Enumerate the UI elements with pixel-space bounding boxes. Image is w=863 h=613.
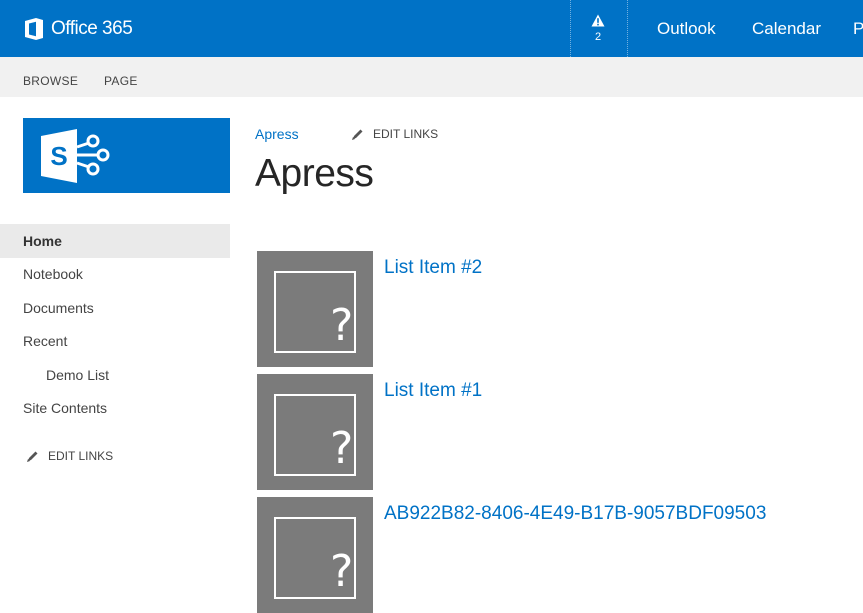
suite-bar: Office 365 2 Outlook Calendar P (0, 0, 863, 57)
question-mark-icon: ? (330, 546, 354, 597)
breadcrumb-site-link[interactable]: Apress (255, 126, 299, 142)
question-mark-icon: ? (330, 423, 354, 474)
notifications-button[interactable]: 2 (587, 14, 609, 43)
edit-links-label: EDIT LINKS (373, 127, 439, 141)
office-logo-icon (25, 18, 43, 40)
list-item-title-link[interactable]: List Item #1 (384, 380, 482, 402)
nav-item-label: Documents (23, 300, 94, 316)
nav-item-label: Demo List (46, 367, 110, 383)
site-logo-letter: S (50, 141, 67, 171)
alert-icon (591, 14, 605, 27)
people-link[interactable]: P (853, 19, 863, 39)
sharepoint-logo-icon: S (41, 129, 110, 183)
nav-item-recent[interactable]: Recent (0, 324, 230, 358)
nav-item-label: Notebook (23, 266, 83, 282)
question-mark-icon: ? (330, 300, 354, 351)
pencil-icon (27, 451, 38, 462)
divider (570, 0, 571, 57)
nav-item-label: Home (23, 233, 62, 249)
site-logo[interactable]: S (23, 118, 230, 193)
tab-browse[interactable]: BROWSE (23, 74, 78, 88)
calendar-link[interactable]: Calendar (752, 19, 821, 39)
list-item-title-link[interactable]: List Item #2 (384, 257, 482, 279)
list-item: ? List Item #2 (257, 251, 817, 367)
outlook-link[interactable]: Outlook (657, 19, 716, 39)
list-item: ? AB922B82-8406-4E49-B17B-9057BDF09503 (257, 497, 817, 613)
tab-page[interactable]: PAGE (104, 74, 138, 88)
nav-item-documents[interactable]: Documents (0, 291, 230, 325)
brand-name: Office 365 (51, 18, 133, 39)
nav-item-label: Site Contents (23, 400, 108, 416)
divider (627, 0, 628, 57)
page-title: Apress (255, 152, 374, 195)
list-item: ? List Item #1 (257, 374, 817, 490)
nav-item-home[interactable]: Home (0, 224, 230, 258)
thumbnail-placeholder[interactable]: ? (257, 497, 373, 613)
thumbnail-placeholder[interactable]: ? (257, 374, 373, 490)
notification-count: 2 (594, 31, 602, 43)
top-nav-edit-links[interactable]: EDIT LINKS (351, 127, 438, 141)
nav-item-site-contents[interactable]: Site Contents (0, 391, 230, 425)
nav-edit-links[interactable]: EDIT LINKS (26, 449, 113, 463)
list-item-title-link[interactable]: AB922B82-8406-4E49-B17B-9057BDF09503 (384, 503, 766, 525)
pencil-icon (352, 129, 363, 140)
edit-links-label: EDIT LINKS (48, 449, 114, 463)
office365-brand[interactable]: Office 365 (24, 16, 133, 42)
nav-item-notebook[interactable]: Notebook (0, 257, 230, 291)
thumbnail-placeholder[interactable]: ? (257, 251, 373, 367)
nav-item-label: Recent (23, 333, 68, 349)
nav-item-demo-list[interactable]: Demo List (0, 358, 230, 392)
ribbon-tab-bar: BROWSE PAGE (0, 57, 863, 97)
